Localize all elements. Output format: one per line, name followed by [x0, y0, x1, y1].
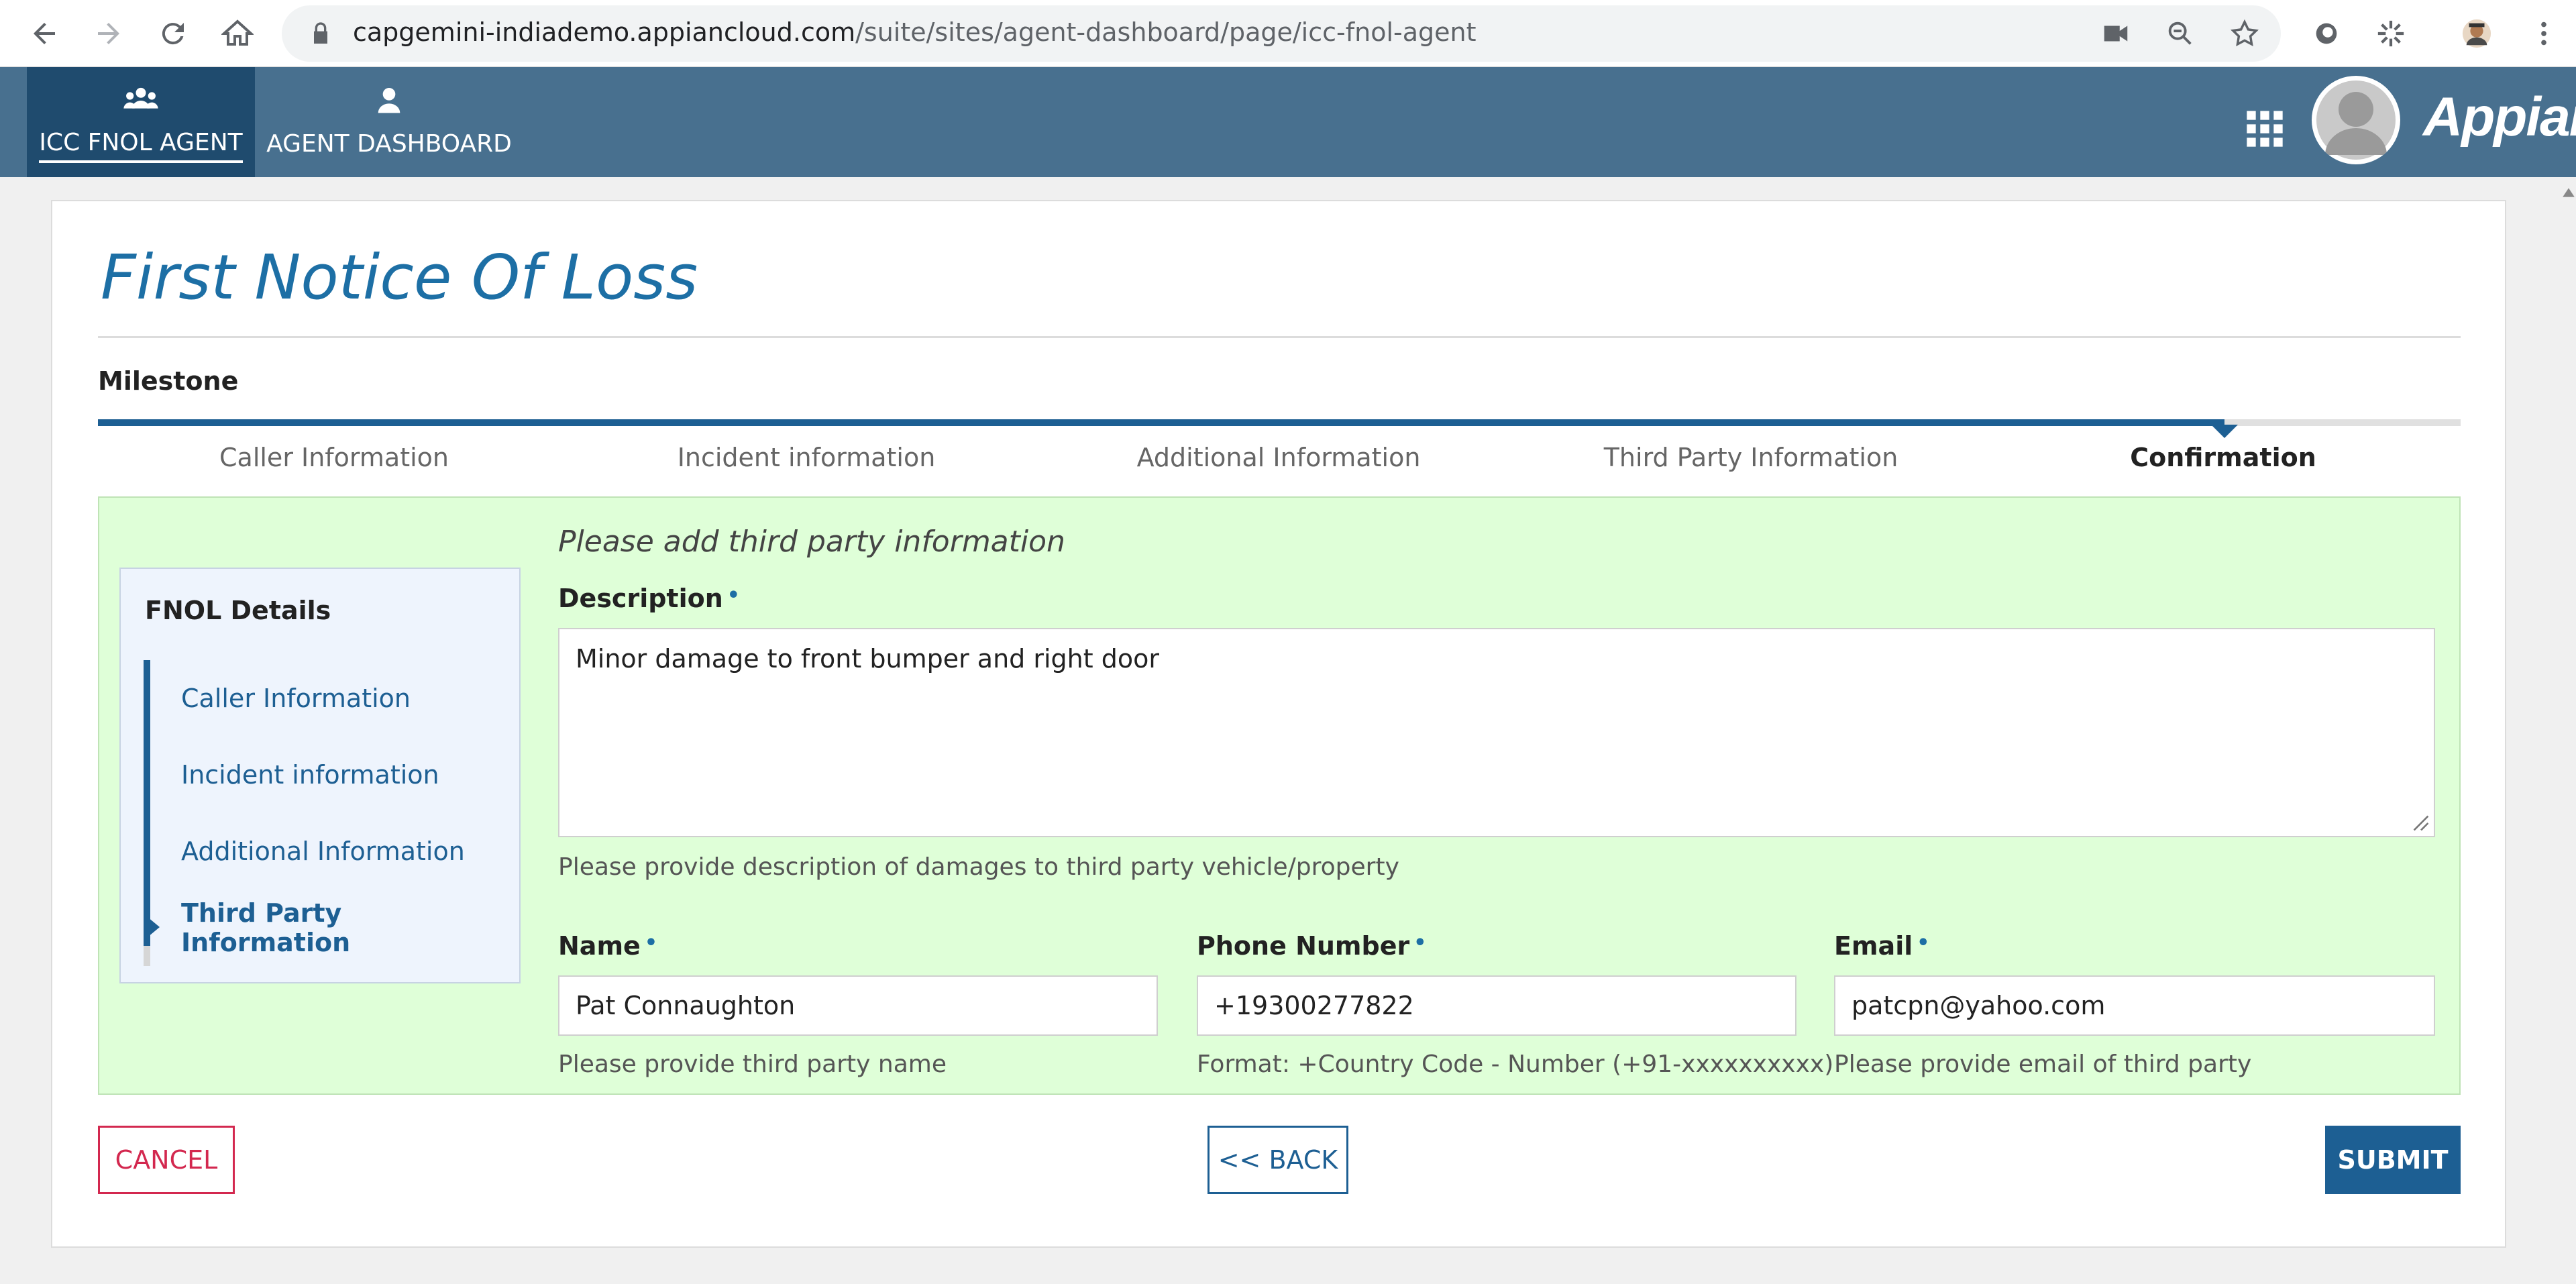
extension-icon[interactable]: [2305, 12, 2348, 55]
tab-label: AGENT DASHBOARD: [266, 129, 512, 158]
tab-label: ICC FNOL AGENT: [39, 129, 243, 163]
sidebar-item-caller-information[interactable]: Caller Information: [144, 660, 492, 737]
required-marker: •: [1917, 931, 1930, 955]
sidebar-item-third-party-information[interactable]: Third Party Information: [144, 890, 492, 966]
reload-icon[interactable]: [149, 9, 197, 58]
email-label: Email •: [1834, 931, 1929, 961]
url-host: capgemini-indiademo.appiancloud.com: [353, 17, 856, 47]
description-help: Please provide description of damages to…: [558, 853, 1399, 881]
milestone-pointer: [2210, 425, 2238, 438]
app-grid-icon[interactable]: [2243, 107, 2286, 150]
url-text: capgemini-indiademo.appiancloud.com/suit…: [353, 17, 1477, 47]
phone-label-text: Phone Number: [1197, 931, 1410, 961]
avatar-silhouette-icon: [2312, 76, 2400, 164]
section-instruction: Please add third party information: [558, 525, 1065, 559]
home-icon[interactable]: [213, 9, 262, 58]
milestone-step-third-party-information: Third Party Information: [1603, 443, 1898, 472]
forward-arrow-icon[interactable]: [85, 9, 133, 58]
sidebar-item-label: Incident information: [181, 760, 439, 790]
sidebar-track-end: [144, 946, 150, 966]
sidebar-item-incident-information[interactable]: Incident information: [144, 737, 492, 813]
profile-avatar-icon[interactable]: [2455, 12, 2498, 55]
browser-toolbar: capgemini-indiademo.appiancloud.com/suit…: [0, 0, 2576, 67]
address-bar[interactable]: capgemini-indiademo.appiancloud.com/suit…: [282, 5, 2281, 62]
bookmark-star-icon[interactable]: [2223, 12, 2266, 55]
required-marker: •: [644, 931, 658, 955]
user-icon: [378, 87, 400, 113]
milestone-step-confirmation: Confirmation: [2130, 443, 2316, 472]
back-arrow-icon[interactable]: [20, 9, 68, 58]
name-label-text: Name: [558, 931, 641, 961]
required-marker: •: [1413, 931, 1427, 955]
milestone-progress: [98, 419, 2224, 426]
menu-dots-icon[interactable]: [2522, 12, 2565, 55]
phone-input[interactable]: [1197, 975, 1796, 1036]
name-input[interactable]: [558, 975, 1158, 1036]
description-label: Description •: [558, 584, 740, 613]
appian-logo: Appian: [2423, 87, 2576, 148]
submit-button[interactable]: SUBMIT: [2325, 1126, 2461, 1194]
description-textarea[interactable]: Minor damage to front bumper and right d…: [558, 628, 2435, 837]
lock-icon: [314, 22, 327, 44]
back-button[interactable]: << BACK: [1208, 1126, 1348, 1194]
phone-label: Phone Number •: [1197, 931, 1426, 961]
email-label-text: Email: [1834, 931, 1913, 961]
sidebar-item-label: Caller Information: [181, 684, 411, 713]
milestone-step-additional-information: Additional Information: [1136, 443, 1421, 472]
milestone-label: Milestone: [98, 366, 239, 396]
sidebar-item-label: Third Party Information: [181, 898, 351, 957]
phone-help: Format: +Country Code - Number (+91-xxxx…: [1197, 1051, 1834, 1078]
tab-icc-fnol-agent[interactable]: ICC FNOL AGENT: [27, 67, 255, 177]
title-divider: [98, 336, 2461, 338]
sidebar-item-label: Additional Information: [181, 837, 465, 866]
fnol-details-title: FNOL Details: [145, 596, 331, 625]
extension-gear-icon[interactable]: [2369, 12, 2412, 55]
cancel-button[interactable]: CANCEL: [98, 1126, 235, 1194]
resize-grip-icon[interactable]: [2412, 814, 2430, 832]
zoom-icon[interactable]: [2159, 12, 2202, 55]
milestone-step-caller-information: Caller Information: [219, 443, 449, 472]
tab-agent-dashboard[interactable]: AGENT DASHBOARD: [262, 67, 517, 177]
app-header: ICC FNOL AGENT AGENT DASHBOARD: [0, 67, 2576, 177]
required-marker: •: [727, 584, 740, 607]
name-label: Name •: [558, 931, 657, 961]
milestone-step-incident-information: Incident information: [677, 443, 936, 472]
email-input[interactable]: [1834, 975, 2435, 1036]
scroll-up-arrow-icon[interactable]: [2561, 185, 2576, 200]
camera-blocked-icon[interactable]: [2094, 12, 2137, 55]
users-icon: [123, 87, 158, 109]
user-avatar[interactable]: [2312, 76, 2400, 164]
sidebar-item-additional-information[interactable]: Additional Information: [144, 813, 492, 890]
page-title: First Notice Of Loss: [101, 242, 698, 313]
url-path: /suite/sites/agent-dashboard/page/icc-fn…: [855, 17, 1477, 47]
email-help: Please provide email of third party: [1834, 1051, 2252, 1078]
description-label-text: Description: [558, 584, 723, 613]
name-help: Please provide third party name: [558, 1051, 947, 1078]
caret-right-icon: [144, 914, 160, 941]
